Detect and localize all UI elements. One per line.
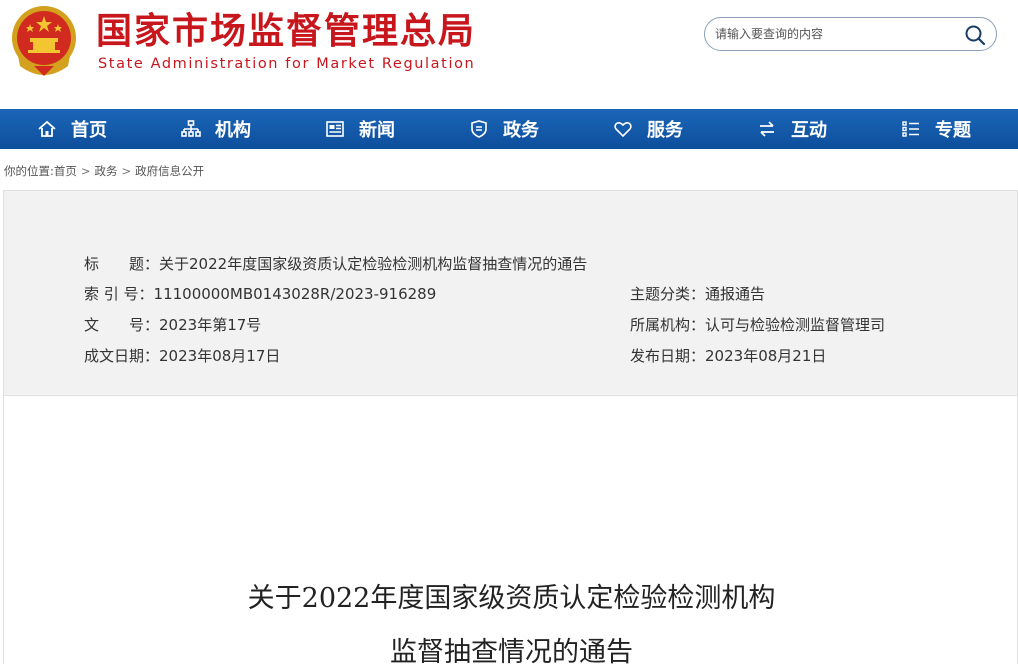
nav-item-interact[interactable]: 互动	[720, 109, 864, 149]
info-label: 发布日期：	[630, 347, 706, 365]
breadcrumb: 你的位置:首页 > 政务 > 政府信息公开	[4, 163, 204, 179]
info-label: 主题分类：	[630, 285, 706, 303]
info-value: 2023年08月21日	[705, 347, 827, 365]
nav-label: 机构	[215, 120, 251, 141]
nav-label: 互动	[791, 120, 827, 141]
main-nav: 首页 机构 新闻 政务 服务 互动 专题	[0, 109, 1018, 149]
search-input[interactable]	[715, 24, 955, 44]
info-label: 成文日期：	[84, 347, 160, 365]
breadcrumb-prefix: 你的位置:	[4, 164, 54, 178]
swap-arrows-icon	[760, 121, 774, 137]
info-row-docno: 文 号：2023年第17号	[84, 315, 261, 335]
info-label: 所属机构：	[630, 316, 706, 334]
home-icon	[38, 120, 56, 137]
info-row-index: 索 引 号：11100000MB0143028R/2023-916289	[84, 284, 436, 304]
info-label: 文 号：	[84, 316, 160, 334]
info-value: 通报通告	[705, 285, 766, 303]
nav-label: 政务	[503, 120, 539, 141]
newspaper-icon	[326, 121, 344, 137]
nav-item-topics[interactable]: 专题	[864, 109, 1008, 149]
site-title: 国家市场监督管理总局	[96, 11, 477, 52]
info-value: 2023年08月17日	[159, 347, 281, 365]
nav-item-org[interactable]: 机构	[144, 109, 288, 149]
shield-icon	[471, 120, 487, 138]
breadcrumb-link-affairs[interactable]: 政务	[95, 164, 118, 178]
breadcrumb-link-disclosure[interactable]: 政府信息公开	[135, 164, 204, 178]
nav-label: 专题	[935, 120, 971, 141]
info-row-title: 标 题：关于2022年度国家级资质认定检验检测机构监督抽查情况的通告	[84, 254, 587, 274]
nav-item-service[interactable]: 服务	[576, 109, 720, 149]
document-info-panel: 标 题：关于2022年度国家级资质认定检验检测机构监督抽查情况的通告 索 引 号…	[3, 190, 1018, 396]
info-row-published: 发布日期：2023年08月21日	[630, 346, 826, 366]
search-box	[704, 17, 997, 51]
info-value: 11100000MB0143028R/2023-916289	[153, 285, 437, 303]
info-row-category: 主题分类：通报通告	[630, 284, 765, 304]
list-icon	[902, 121, 919, 137]
document-content: 关于2022年度国家级资质认定检验检测机构 监督抽查情况的通告	[3, 396, 1018, 664]
info-value: 2023年第17号	[159, 316, 262, 334]
info-value: 关于2022年度国家级资质认定检验检测机构监督抽查情况的通告	[159, 255, 588, 273]
nav-item-news[interactable]: 新闻	[288, 109, 432, 149]
site-subtitle: State Administration for Market Regulati…	[98, 56, 476, 72]
nav-item-affairs[interactable]: 政务	[432, 109, 576, 149]
national-emblem-icon[interactable]	[8, 4, 80, 78]
nav-item-home[interactable]: 首页	[0, 109, 144, 149]
nav-label: 首页	[71, 120, 107, 141]
nav-label: 新闻	[359, 120, 395, 141]
info-row-org: 所属机构：认可与检验检测监督管理司	[630, 315, 885, 335]
site-header: 国家市场监督管理总局 State Administration for Mark…	[0, 0, 1018, 108]
breadcrumb-separator: >	[80, 164, 91, 178]
heart-icon	[614, 121, 632, 138]
info-label: 标 题：	[84, 255, 160, 273]
info-row-created: 成文日期：2023年08月17日	[84, 346, 280, 366]
breadcrumb-link-home[interactable]: 首页	[54, 164, 77, 178]
document-title-line-2: 监督抽查情况的通告	[390, 637, 633, 664]
info-value: 认可与检验检测监督管理司	[705, 316, 886, 334]
document-title-line-1: 关于2022年度国家级资质认定检验检测机构	[247, 583, 776, 614]
info-label: 索 引 号：	[84, 285, 154, 303]
org-chart-icon	[181, 120, 201, 137]
search-icon[interactable]	[964, 24, 986, 46]
nav-label: 服务	[647, 120, 683, 141]
breadcrumb-separator: >	[121, 164, 132, 178]
